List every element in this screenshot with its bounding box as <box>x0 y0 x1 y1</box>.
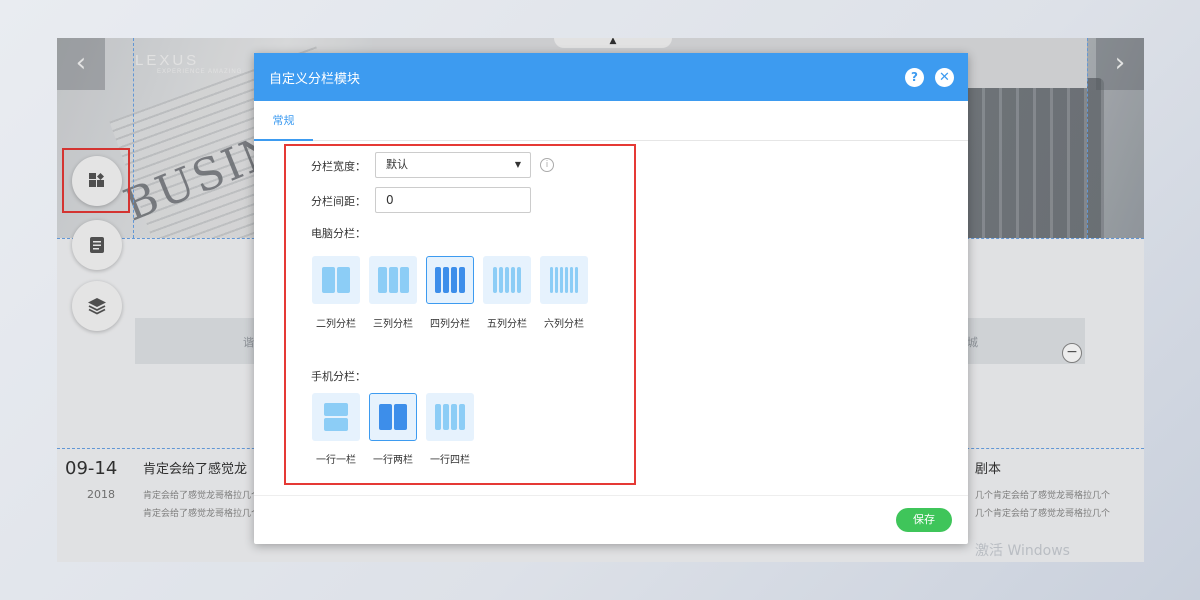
dialog-header: 自定义分栏模块 ? ✕ <box>254 53 968 101</box>
column-bar <box>459 404 465 430</box>
dialog-footer: 保存 <box>254 495 968 544</box>
pc-column-option-label: 六列分栏 <box>544 319 584 330</box>
column-bar <box>394 404 407 430</box>
column-bar <box>550 267 553 293</box>
column-bar <box>324 418 348 431</box>
column-bar <box>443 404 449 430</box>
dialog-tabs: 常规 <box>254 101 968 141</box>
mobile-column-option-4[interactable] <box>426 393 474 441</box>
column-bar <box>555 267 558 293</box>
pc-column-option-label: 二列分栏 <box>316 319 356 330</box>
column-bar <box>517 267 521 293</box>
mobile-column-option-2[interactable] <box>369 393 417 441</box>
column-bar <box>499 267 503 293</box>
column-bar <box>443 267 449 293</box>
column-bar <box>322 267 335 293</box>
dialog-title: 自定义分栏模块 <box>269 72 361 87</box>
column-module-dialog: 自定义分栏模块 ? ✕ 常规 分栏宽度： 默认 ▼ i 分栏间距： 0 电脑分栏… <box>254 53 968 544</box>
column-bar <box>570 267 573 293</box>
column-bar <box>337 267 350 293</box>
pc-column-option-4[interactable] <box>426 256 474 304</box>
close-icon[interactable]: ✕ <box>935 68 954 87</box>
column-bar <box>451 267 457 293</box>
pc-column-option-6[interactable] <box>540 256 588 304</box>
column-bar <box>324 403 348 416</box>
mobile-column-option-label: 一行一栏 <box>316 455 356 466</box>
tab-general[interactable]: 常规 <box>254 101 313 141</box>
help-icon[interactable]: ? <box>905 68 924 87</box>
mobile-column-option-label: 一行四栏 <box>430 455 470 466</box>
column-bar <box>493 267 497 293</box>
pc-column-option-label: 五列分栏 <box>487 319 527 330</box>
save-button[interactable]: 保存 <box>896 508 952 532</box>
column-bar <box>379 404 392 430</box>
mobile-column-option-label: 一行两栏 <box>373 455 413 466</box>
column-bar <box>575 267 578 293</box>
column-bar <box>459 267 465 293</box>
column-bar <box>435 267 441 293</box>
column-bar <box>560 267 563 293</box>
column-bar <box>435 404 441 430</box>
column-bar <box>511 267 515 293</box>
pc-column-option-label: 三列分栏 <box>373 319 413 330</box>
column-bar <box>505 267 509 293</box>
pc-column-option-3[interactable] <box>369 256 417 304</box>
column-bar <box>377 267 387 293</box>
column-bar <box>565 267 568 293</box>
column-bar <box>399 267 409 293</box>
mobile-column-option-1[interactable] <box>312 393 360 441</box>
pc-column-option-label: 四列分栏 <box>430 319 470 330</box>
pc-column-option-2[interactable] <box>312 256 360 304</box>
pc-column-option-5[interactable] <box>483 256 531 304</box>
column-bar <box>451 404 457 430</box>
column-bar <box>388 267 398 293</box>
